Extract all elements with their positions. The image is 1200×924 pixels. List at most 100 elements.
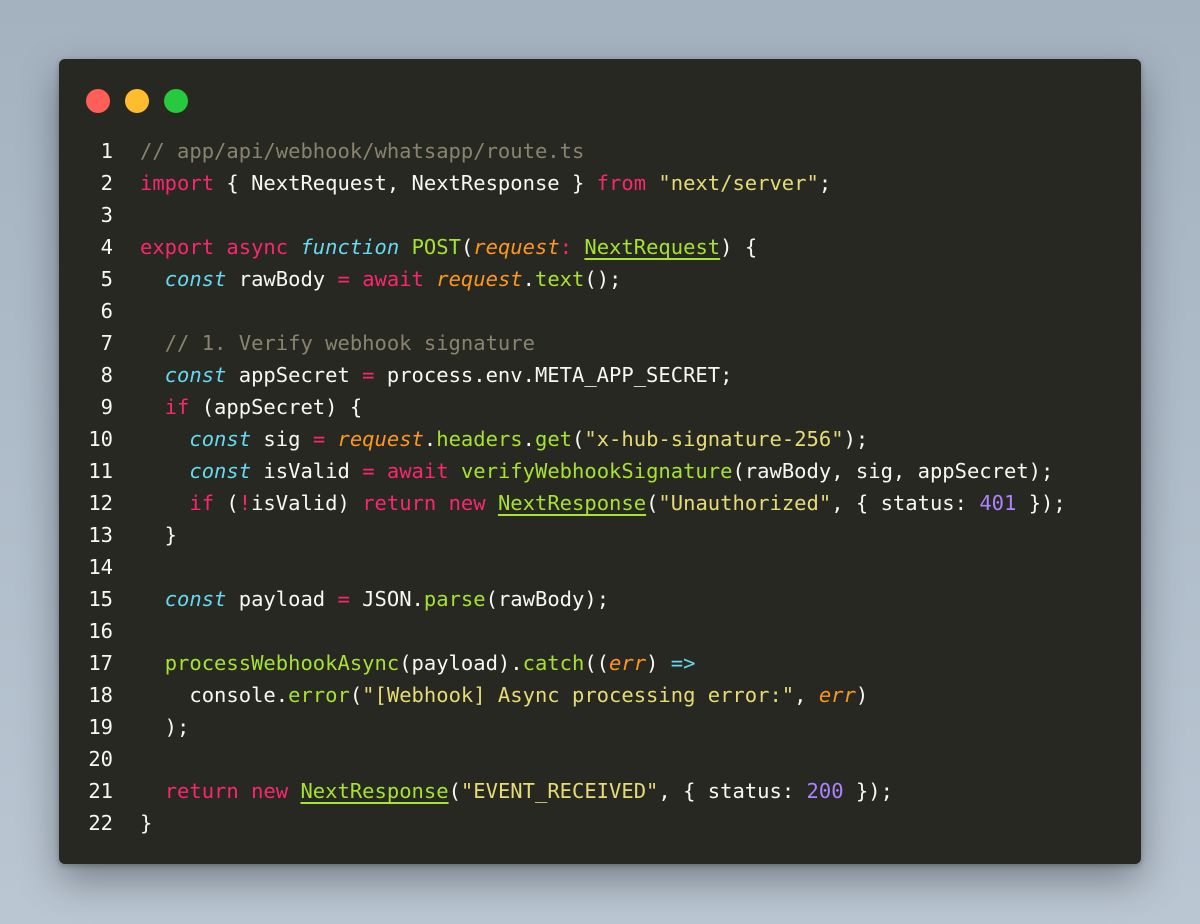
window-controls <box>86 89 188 113</box>
line-source: processWebhookAsync(payload).catch((err)… <box>113 647 696 679</box>
code-token: = <box>337 587 350 611</box>
minimize-window-icon[interactable] <box>125 89 149 113</box>
code-token: = <box>362 459 375 483</box>
code-token: from <box>596 171 647 195</box>
code-line: 6 <box>59 295 1141 327</box>
code-token: isValid) <box>251 491 363 515</box>
code-token: }); <box>843 779 893 803</box>
code-line: 9 if (appSecret) { <box>59 391 1141 423</box>
line-number: 5 <box>100 267 113 291</box>
line-number: 22 <box>88 811 113 835</box>
line-number: 13 <box>88 523 113 547</box>
code-token: NextResponse <box>497 491 647 515</box>
line-number: 4 <box>100 235 113 259</box>
line-number: 19 <box>88 715 113 739</box>
line-number: 2 <box>100 171 113 195</box>
maximize-window-icon[interactable] <box>164 89 188 113</box>
code-token: // app/api/webhook/whatsapp/route.ts <box>140 139 585 163</box>
line-number: 20 <box>88 747 113 771</box>
line-number: 7 <box>100 331 113 355</box>
code-token: console. <box>140 683 289 707</box>
code-token: , { status: <box>658 779 807 803</box>
code-line: 11 const isValid = await verifyWebhookSi… <box>59 455 1141 487</box>
code-token: = <box>337 267 350 291</box>
code-line: 17 processWebhookAsync(payload).catch((e… <box>59 647 1141 679</box>
code-window: 1 // app/api/webhook/whatsapp/route.ts 2 im… <box>59 59 1141 864</box>
code-line: 13 } <box>59 519 1141 551</box>
line-number: 3 <box>100 203 113 227</box>
code-token: request <box>473 235 560 259</box>
code-token: function <box>300 235 400 259</box>
code-token: ( <box>349 683 363 707</box>
code-token: request <box>436 267 523 291</box>
code-line: 15 const payload = JSON.parse(rawBody); <box>59 583 1141 615</box>
code-token: parse <box>423 587 486 611</box>
code-token: POST <box>411 235 461 259</box>
line-number: 12 <box>88 491 113 515</box>
code-line: 22} <box>59 807 1141 839</box>
code-token: . <box>522 427 535 451</box>
code-token: "Unauthorized" <box>658 491 832 515</box>
code-line: 2 import { NextRequest, NextResponse } fr… <box>59 167 1141 199</box>
line-source: ); <box>113 711 190 743</box>
code-token: processWebhookAsync <box>164 651 400 675</box>
close-window-icon[interactable] <box>86 89 110 113</box>
line-number: 16 <box>88 619 113 643</box>
code-token: ( <box>214 491 239 515</box>
code-line: 18 console.error("[Webhook] Async proces… <box>59 679 1141 711</box>
code-token: ) { <box>720 235 758 259</box>
line-number: 11 <box>88 459 113 483</box>
code-token: err <box>609 651 647 675</box>
code-token: . <box>522 267 535 291</box>
code-token: headers <box>436 427 523 451</box>
code-token: rawBody <box>226 267 338 291</box>
line-source: export async function POST(request: Next… <box>113 231 757 263</box>
line-number: 8 <box>100 363 113 387</box>
code-token: isValid <box>251 459 363 483</box>
code-token: const <box>164 363 227 387</box>
code-token: ) <box>855 683 869 707</box>
code-token: new <box>448 491 486 515</box>
code-token: verifyWebhookSignature <box>460 459 733 483</box>
code-token: export <box>140 235 215 259</box>
code-token: "x-hub-signature-256" <box>584 427 844 451</box>
line-source: const payload = JSON.parse(rawBody); <box>113 583 609 615</box>
code-token: return <box>362 491 437 515</box>
code-token: = <box>312 427 326 451</box>
code-token: "next/server" <box>658 171 819 195</box>
code-token: ( <box>646 491 659 515</box>
code-token: ); <box>140 715 190 739</box>
line-source: } <box>113 519 177 551</box>
code-token: 401 <box>979 491 1017 515</box>
code-block: 1 // app/api/webhook/whatsapp/route.ts 2 im… <box>59 135 1141 839</box>
code-token: "EVENT_RECEIVED" <box>460 779 659 803</box>
code-line: 14 <box>59 551 1141 583</box>
code-token: "[Webhook] Async processing error:" <box>362 683 795 707</box>
code-token: text <box>535 267 585 291</box>
line-source: return new NextResponse("EVENT_RECEIVED"… <box>113 775 893 807</box>
code-token: , <box>794 683 819 707</box>
code-token: import <box>140 171 215 195</box>
code-line: 5 const rawBody = await request.text(); <box>59 263 1141 295</box>
code-token: get <box>535 427 573 451</box>
code-token: appSecret <box>226 363 363 387</box>
code-token: new <box>251 779 289 803</box>
code-token: (); <box>584 267 622 291</box>
code-token: JSON. <box>349 587 424 611</box>
code-token: ); <box>843 427 869 451</box>
code-token: return <box>164 779 239 803</box>
line-source <box>113 199 140 231</box>
line-number: 1 <box>100 139 113 163</box>
code-token: ( <box>460 235 474 259</box>
code-token: { NextRequest, NextResponse } <box>214 171 597 195</box>
code-token: , { status: <box>831 491 980 515</box>
line-number: 10 <box>88 427 113 451</box>
line-source <box>113 615 140 647</box>
